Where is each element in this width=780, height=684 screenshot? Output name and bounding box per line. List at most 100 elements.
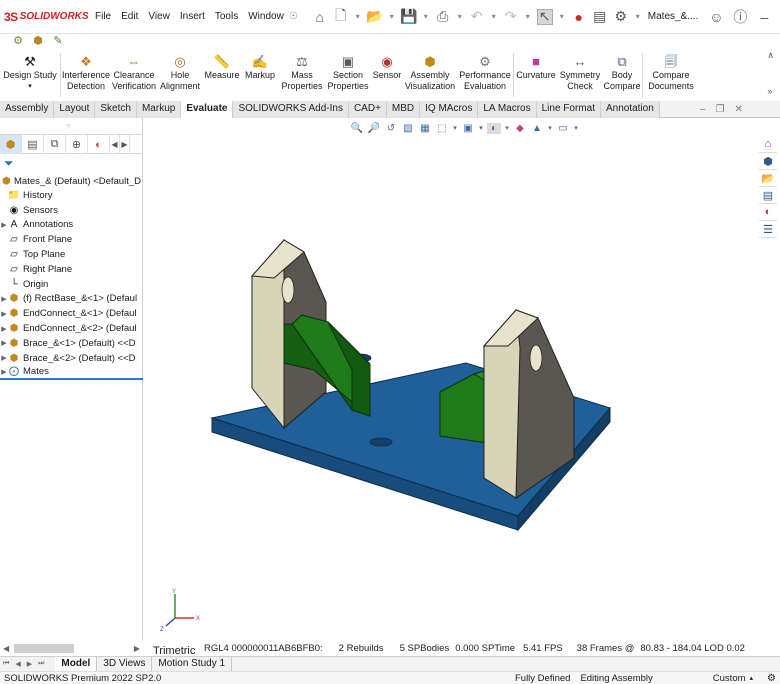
mass-properties-button[interactable]: ⚖ Mass Properties (279, 50, 325, 100)
menu-file[interactable]: File (90, 11, 116, 22)
file-properties-icon[interactable]: ▤ (592, 8, 608, 25)
tab-cad-plus[interactable]: CAD+ (348, 101, 387, 118)
zoom-to-area-icon[interactable]: 🔎 (367, 123, 381, 134)
sensor-button[interactable]: ◉ Sensor (371, 50, 403, 100)
performance-evaluation-button[interactable]: ⚙ Performance Evaluation (457, 50, 513, 100)
assembly-visualization-button[interactable]: ⬢ Assembly Visualization (403, 50, 457, 100)
tab-markup[interactable]: Markup (136, 101, 182, 118)
tab-sketch[interactable]: Sketch (95, 101, 137, 118)
smart-fastener-icon[interactable]: ⚙ (10, 32, 26, 48)
tree-item-rectbase[interactable]: ▶ ⬢ (f) RectBase_&<1> (Defaul (0, 292, 143, 307)
undo-icon[interactable]: ↶ (469, 8, 485, 25)
design-library-icon[interactable]: ⬢ (759, 153, 777, 170)
help-icon[interactable]: ⓘ (732, 9, 748, 25)
tree-item-sensors[interactable]: ◉ Sensors (0, 203, 143, 218)
curvature-button[interactable]: ■ Curvature (514, 50, 558, 100)
tree-item-endconnect-1[interactable]: ▶ ⬢ EndConnect_&<1> (Defaul (0, 306, 143, 321)
tab-scroll-left-icon[interactable]: ◀ (110, 135, 120, 154)
redo-icon[interactable]: ↷ (503, 8, 519, 25)
file-explorer-icon[interactable]: 📂 (759, 170, 777, 187)
root-node[interactable]: ⬢ Mates_& (Default) <Default_D (2, 174, 141, 188)
section-properties-button[interactable]: ▣ Section Properties (325, 50, 371, 100)
tab-annotation[interactable]: Annotation (600, 101, 660, 118)
clearance-verification-button[interactable]: ⇔ Clearance Verification (111, 50, 157, 100)
collapse-up-icon[interactable]: ∧ (767, 50, 774, 61)
solidworks-resources-icon[interactable]: ⌂ (759, 136, 777, 153)
tab-line-format[interactable]: Line Format (536, 101, 601, 118)
select-pointer-icon[interactable]: ↖ (536, 8, 553, 25)
print-icon[interactable]: ⎙ (435, 8, 451, 25)
expand-arrow-icon[interactable]: ▶ (0, 354, 8, 362)
compare-documents-button[interactable]: 🗐 Compare Documents (643, 50, 699, 100)
tree-item-right-plane[interactable]: ▱ Right Plane (0, 262, 143, 277)
close-document-icon[interactable]: ✕ (735, 104, 743, 115)
chevron-down-icon[interactable]: ▾ (490, 9, 498, 25)
chevron-down-icon[interactable]: ▾ (504, 124, 510, 132)
graphics-area[interactable] (144, 118, 756, 640)
tab-model[interactable]: Model (55, 656, 98, 672)
menu-edit[interactable]: Edit (116, 11, 143, 22)
menu-tools[interactable]: Tools (210, 11, 243, 22)
configuration-manager-tab-icon[interactable]: ⧉ (44, 135, 66, 154)
scrollbar-thumb[interactable] (14, 644, 74, 653)
tab-3d-views[interactable]: 3D Views (97, 656, 153, 672)
appearances-icon[interactable]: ◐ (759, 204, 777, 221)
first-tab-icon[interactable]: ⏮ (0, 660, 12, 668)
edit-appearance-icon[interactable]: ◆ (513, 123, 527, 134)
assembly-feature-icon[interactable]: ⬢ (30, 32, 46, 48)
edit-component-icon[interactable]: ✎ (50, 32, 66, 48)
tab-scroll-right-icon[interactable]: ▶ (120, 135, 130, 154)
tree-item-front-plane[interactable]: ▱ Front Plane (0, 232, 143, 247)
dynamic-annotation-icon[interactable]: ▦ (418, 123, 432, 134)
section-view-icon[interactable]: ▧ (401, 123, 415, 134)
view-palette-icon[interactable]: ▤ (759, 187, 777, 204)
options-gear-icon[interactable]: ⚙ (613, 8, 629, 25)
tree-item-annotations[interactable]: ▶ A Annotations (0, 218, 143, 233)
tree-item-brace-2[interactable]: ▶ ⬢ Brace_&<2> (Default) <<D (0, 351, 143, 366)
chevron-down-icon[interactable]: ▾ (478, 124, 484, 132)
customize-icon[interactable]: ⚙ (767, 673, 776, 684)
unit-system[interactable]: Custom (713, 673, 746, 684)
expand-arrow-icon[interactable]: ▶ (0, 325, 8, 333)
property-manager-tab-icon[interactable]: ▤ (22, 135, 44, 154)
prev-tab-icon[interactable]: ◀ (12, 660, 23, 668)
new-document-icon[interactable]: 🗋 (333, 7, 349, 25)
tab-mbd[interactable]: MBD (386, 101, 421, 118)
tab-motion-study-1[interactable]: Motion Study 1 (152, 656, 233, 672)
chevron-down-icon[interactable]: ▾ (354, 9, 362, 25)
tree-item-origin[interactable]: └ Origin (0, 277, 143, 292)
chevron-down-icon[interactable]: ▾ (388, 9, 396, 25)
chevron-down-icon[interactable]: ▾ (634, 9, 642, 25)
menu-insert[interactable]: Insert (175, 11, 210, 22)
hide-show-items-icon[interactable]: ◐ (487, 122, 501, 134)
save-icon[interactable]: 💾 (400, 8, 417, 25)
tree-item-endconnect-2[interactable]: ▶ ⬢ EndConnect_&<2> (Defaul (0, 321, 143, 336)
minimize-icon[interactable]: ‒ (756, 9, 772, 25)
view-settings-icon[interactable]: ▭ (556, 123, 570, 134)
expand-arrow-icon[interactable]: ▶ (0, 310, 8, 318)
chevron-down-icon[interactable]: ▾ (558, 9, 566, 25)
model-3d-view[interactable] (144, 118, 756, 640)
expand-arrow-icon[interactable]: ▶ (0, 295, 8, 303)
restore-document-icon[interactable]: ❐ (716, 104, 725, 115)
chevron-down-icon[interactable]: ▾ (547, 124, 553, 132)
panel-grip-icon[interactable]: ○ (66, 121, 71, 130)
previous-view-icon[interactable]: ↺ (384, 123, 398, 134)
interference-detection-button[interactable]: ❖ Interference Detection (61, 50, 111, 100)
tree-item-mates[interactable]: ▶ ⨀ Mates (0, 366, 143, 381)
next-tab-icon[interactable]: ▶ (24, 660, 35, 668)
solidworks-logo[interactable]: 3S SOLIDWORKS (4, 10, 89, 24)
feature-tree-tab-icon[interactable]: ⬢ (0, 135, 22, 154)
home-icon[interactable]: ⌂ (312, 9, 328, 25)
measure-button[interactable]: 📏 Measure (203, 50, 241, 100)
expand-arrow-icon[interactable]: ▶ (0, 368, 8, 376)
minimize-document-icon[interactable]: ‒ (700, 104, 706, 115)
design-study-button[interactable]: ⚒ Design Study ▾ (0, 50, 60, 100)
pin-icon[interactable]: ☉ (289, 9, 298, 25)
custom-properties-icon[interactable]: ☰ (759, 221, 777, 238)
display-style-icon[interactable]: ▣ (461, 123, 475, 134)
feature-tree-scrollbar[interactable]: ◀ ▶ (0, 640, 143, 656)
symmetry-check-button[interactable]: ↔ Symmetry Check (558, 50, 602, 100)
tab-layout[interactable]: Layout (54, 101, 96, 118)
tab-iq-macros[interactable]: IQ MAcros (420, 101, 479, 118)
